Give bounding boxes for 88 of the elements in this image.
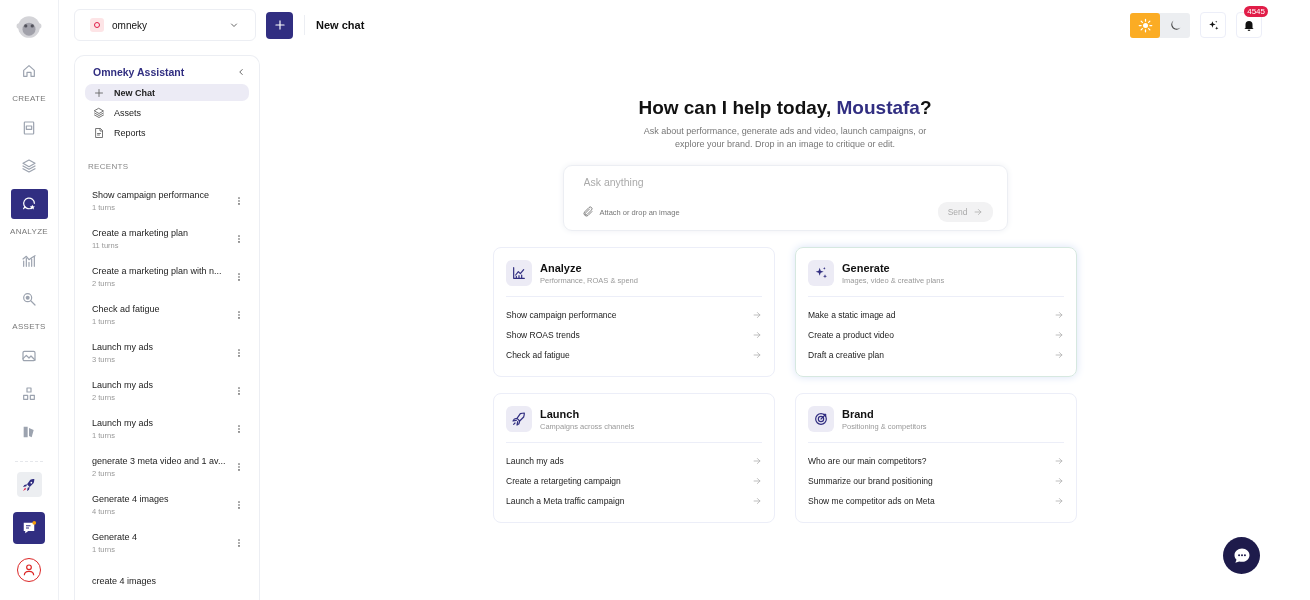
arrow-right-icon	[1054, 350, 1064, 360]
plus-icon	[93, 86, 105, 99]
chat-title: Launch my ads	[92, 342, 154, 352]
person-icon	[21, 562, 37, 578]
arrow-right-icon	[1054, 496, 1064, 506]
suggested-prompt[interactable]: Make a static image ad	[808, 305, 1064, 325]
chat-title: Launch my ads	[92, 418, 154, 428]
sparkle-icon	[1206, 18, 1220, 32]
suggested-prompt[interactable]: Check ad fatigue	[506, 345, 762, 365]
magnifier-icon	[21, 291, 37, 307]
arrow-right-icon	[752, 456, 762, 466]
target-icon	[813, 411, 829, 427]
bar-chart-icon	[21, 253, 37, 269]
theme-option[interactable]	[1130, 12, 1160, 38]
workspace-logo-icon	[90, 18, 104, 32]
section-label: ANALYZE	[10, 227, 48, 236]
bell-icon	[1242, 18, 1256, 32]
suggested-prompt[interactable]: Who are our main competitors?	[808, 451, 1064, 471]
feedback-button[interactable]	[13, 512, 45, 544]
image-icon	[21, 348, 37, 364]
chat-star-icon	[21, 196, 37, 212]
arrow-right-icon	[752, 350, 762, 360]
workspace-name: omneky	[112, 19, 148, 31]
chat-title: Create a marketing plan	[92, 228, 189, 238]
arrow-right-icon	[752, 496, 762, 506]
sidebar-nav-item[interactable]: Assets	[85, 104, 249, 122]
suggested-prompt[interactable]: Create a product video	[808, 325, 1064, 345]
suggested-prompt[interactable]: Create a retargeting campaign	[506, 471, 762, 491]
collapse-button[interactable]	[236, 67, 246, 77]
section-label: RECENTS	[88, 162, 130, 171]
sidebar-nav-item[interactable]: New Chat	[85, 84, 249, 102]
chat-title: Generate 4 images	[92, 494, 169, 504]
sparkle-button[interactable]	[1200, 12, 1226, 38]
card-title: Generate	[842, 261, 891, 274]
arrow-right-icon	[1054, 476, 1064, 486]
greeting-subtitle: Ask about performance, generate ads and video, launch campaigns, or explore your brand. Drop in an image to critique or edit.	[642, 125, 928, 151]
chat-title: Launch my ads	[92, 380, 154, 390]
message-input-field[interactable]: Ask anything	[583, 176, 993, 188]
page-title: New chat	[316, 19, 365, 31]
rocket-icon	[511, 411, 527, 427]
chat-title: create 4 images	[92, 576, 157, 586]
arrow-right-icon	[752, 310, 762, 320]
notification-count: 4545	[1244, 6, 1268, 17]
launch-button[interactable]	[16, 472, 42, 497]
monkey-logo-icon	[16, 14, 42, 40]
paperclip-icon	[581, 206, 594, 218]
arrow-right-icon	[752, 330, 762, 340]
line-chart-icon	[511, 265, 527, 281]
suggested-prompt[interactable]: Show ROAS trends	[506, 325, 762, 345]
suggested-prompt[interactable]: Draft a creative plan	[808, 345, 1064, 365]
chat-title: Generate 4	[92, 532, 138, 542]
arrow-right-icon	[1054, 330, 1064, 340]
plus-icon	[272, 18, 287, 32]
chat-title: Check ad fatigue	[92, 304, 160, 314]
suggested-prompt[interactable]: Launch a Meta traffic campaign	[506, 491, 762, 511]
panel-title: Omneky Assistant	[93, 66, 185, 78]
layers-icon	[21, 158, 37, 174]
arrow-right-icon	[752, 476, 762, 486]
chevron-left-icon	[236, 67, 246, 77]
suggested-prompt[interactable]: Summarize our brand positioning	[808, 471, 1064, 491]
suggested-prompt[interactable]: Show me competitor ads on Meta	[808, 491, 1064, 511]
workspace-dropdown[interactable]: omneky	[74, 9, 256, 41]
sun-icon	[1137, 17, 1153, 33]
section-label: CREATE	[12, 94, 46, 103]
arrow-right-icon	[972, 207, 983, 217]
document-icon	[21, 120, 37, 136]
card-title: Brand	[842, 407, 875, 420]
arrow-right-icon	[1054, 456, 1064, 466]
document-icon	[93, 127, 105, 140]
section-label: ASSETS	[12, 322, 46, 331]
chat-title: Create a marketing plan with n...	[92, 266, 222, 276]
boxes-icon	[21, 386, 37, 402]
new-chat-button[interactable]	[266, 11, 293, 39]
sidebar-nav-item[interactable]: Reports	[85, 124, 249, 142]
card-title: Launch	[540, 407, 581, 420]
greeting-heading: How can I help today, Moustafa?	[638, 97, 932, 119]
chat-title: generate 3 meta video and 1 av...	[92, 456, 226, 466]
home-icon	[21, 63, 37, 79]
recent-chat-item[interactable]: create 4 images	[85, 562, 249, 600]
rocket-icon	[21, 476, 37, 493]
chat-bubble-button[interactable]	[1223, 537, 1260, 574]
suggested-prompt[interactable]: Launch my ads	[506, 451, 762, 471]
chat-title: Show campaign performance	[92, 190, 210, 200]
arrow-right-icon	[1054, 310, 1064, 320]
rail-nav-button[interactable]	[10, 189, 48, 219]
card-title: Analyze	[540, 261, 583, 274]
layers-icon	[93, 107, 105, 119]
suggested-prompt[interactable]: Show campaign performance	[506, 305, 762, 325]
